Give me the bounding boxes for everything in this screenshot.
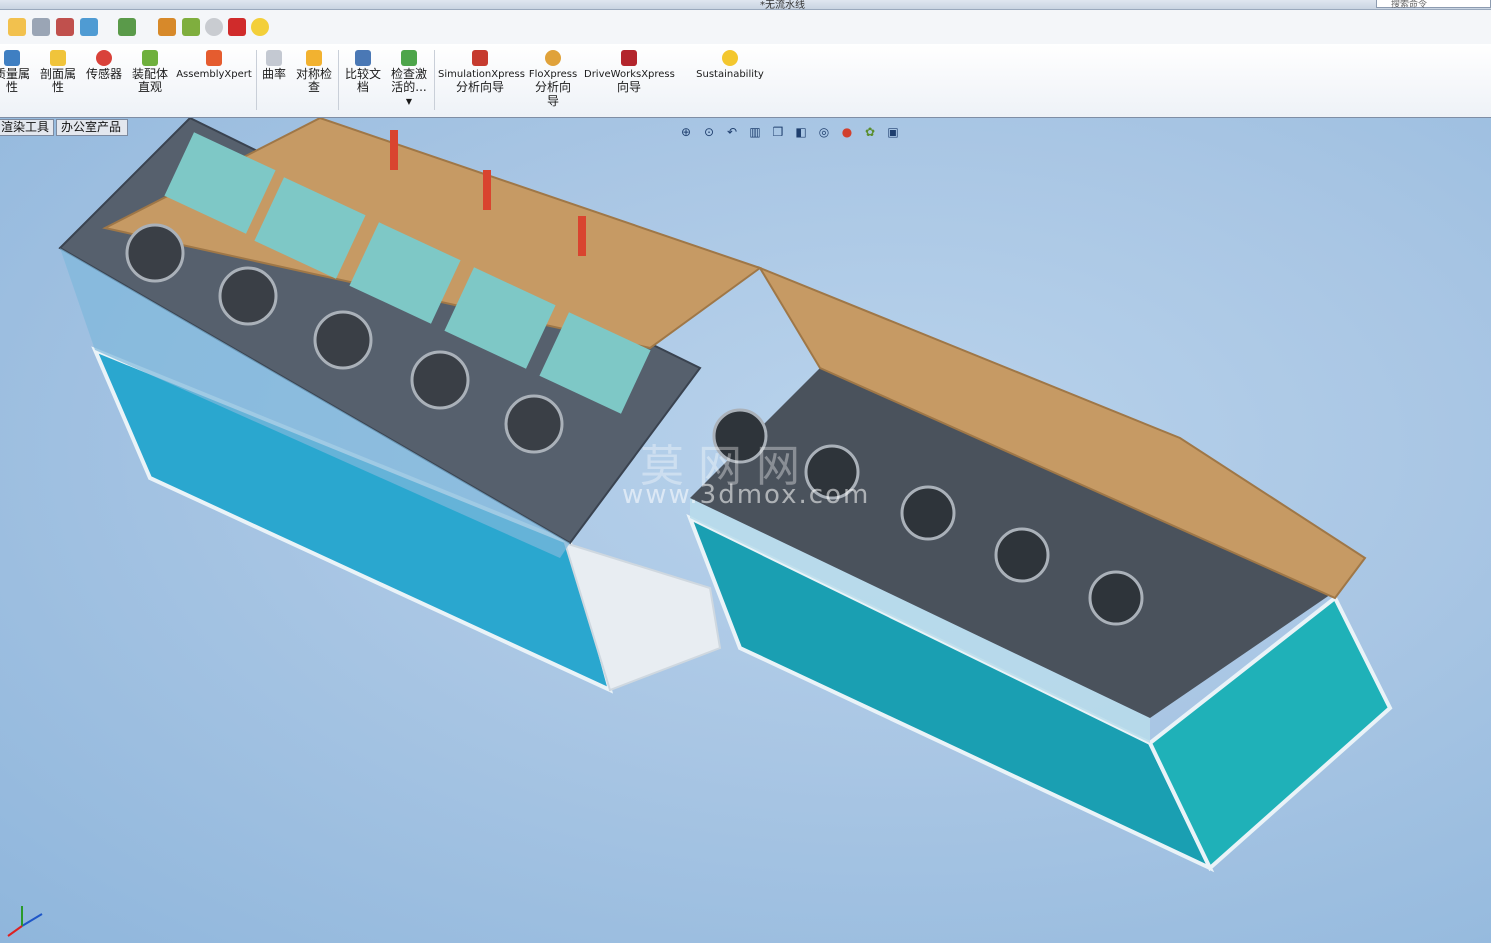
sensor-icon [96,50,112,66]
axis-triad-icon [7,906,43,937]
curvature-icon [266,50,282,66]
search-input[interactable]: 搜索命令 [1376,0,1491,10]
compare-icon [355,50,371,66]
section-icon [50,50,66,66]
quick-access-toolbar [0,10,1491,45]
check-active-button[interactable]: 检查激 活的... ▼ [388,50,430,108]
mass-icon [4,50,20,66]
check-icon[interactable] [80,18,98,36]
chevron-down-icon[interactable]: ▼ [406,97,412,106]
ribbon-divider [338,50,339,110]
watermark-text: www.3dmox.com [622,480,871,510]
measure-icon[interactable] [158,18,176,36]
tab-office-products[interactable]: 办公室产品 [56,119,128,136]
mass-properties-button[interactable]: 质量属性 [0,50,32,94]
tab-render-tools[interactable]: 渲染工具 [0,119,54,136]
assembly-visualization-button[interactable]: 装配体 直观 [130,50,170,94]
check-active-icon [401,50,417,66]
graphics-viewport[interactable]: ⊕ ⊙ ↶ ▥ ❒ ◧ ◎ ● ✿ ▣ 莫 网 网 www.3dmox.com [0,118,1491,943]
simulationxpress-button[interactable]: SimulationXpress 分析向导 [438,50,525,95]
assembly-icon [142,50,158,66]
sustainability-button[interactable]: Sustainability [694,50,766,81]
symmetry-check-button[interactable]: 对称检查 [294,50,334,94]
sustainability-icon [722,50,738,66]
arrows-icon[interactable] [32,18,50,36]
curvature-button[interactable]: 曲率 [258,50,290,81]
macro-icon[interactable] [56,18,74,36]
ribbon-toolbar: 质量属性 剖面属性 传感器 装配体直观 AssemblyXpert 曲率 对称检… [0,44,1491,119]
floxpress-icon [545,50,561,66]
tool-icon[interactable] [118,18,136,36]
simulation-icon [472,50,488,66]
section-properties-button[interactable]: 剖面属性 [38,50,78,94]
color-icon[interactable] [182,18,200,36]
title-bar: *无流水线 搜索命令 [0,0,1491,11]
assemblyxpert-button[interactable]: AssemblyXpert [176,50,252,81]
compare-documents-button[interactable]: 比较文档 [343,50,383,94]
warning-icon[interactable] [8,18,26,36]
red-box-icon[interactable] [228,18,246,36]
ribbon-divider [434,50,435,110]
ribbon-divider [256,50,257,110]
driveworksxpress-button[interactable]: DriveWorksXpress 向导 [584,50,675,95]
assembly-model[interactable] [0,118,1491,943]
floxpress-button[interactable]: FloXpress 分析向导 [526,50,580,109]
assemblyxpert-icon [206,50,222,66]
sensor-button[interactable]: 传感器 [84,50,124,81]
yellow-icon[interactable] [251,18,269,36]
check-circle-icon[interactable] [205,18,223,36]
driveworks-icon [621,50,637,66]
warning-icon [306,50,322,66]
